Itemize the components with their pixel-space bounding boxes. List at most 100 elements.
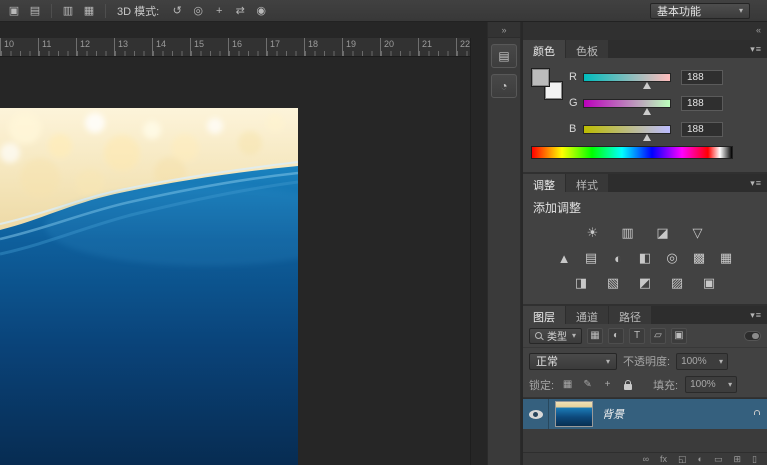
filter-shape-layers-icon[interactable]: ▱: [650, 328, 666, 344]
tool-options-icon[interactable]: ▤: [26, 3, 44, 19]
invert-icon[interactable]: ◨: [573, 275, 589, 291]
ruler-number: 15: [194, 39, 204, 49]
lock-position-icon[interactable]: +: [601, 378, 614, 392]
tool-preset-icon[interactable]: ▣: [5, 3, 23, 19]
filter-type-layers-icon[interactable]: T: [629, 328, 645, 344]
threshold-icon[interactable]: ◩: [637, 275, 653, 291]
3d-slide-icon[interactable]: ⇄: [231, 3, 249, 19]
workspace-label: 基本功能: [657, 3, 701, 19]
lock-glyph: [624, 384, 632, 390]
color-balance-icon[interactable]: ◐: [610, 250, 626, 266]
lock-row: 锁定: ▦ ✎ + 填充: 100% ▾: [523, 374, 767, 398]
green-channel-value[interactable]: 188: [681, 96, 723, 111]
filter-smart-objects-icon[interactable]: ▣: [671, 328, 687, 344]
slider-thumb[interactable]: [643, 134, 651, 141]
color-spectrum-ramp[interactable]: [531, 146, 733, 159]
red-channel-value[interactable]: 188: [681, 70, 723, 85]
photo-filter-icon[interactable]: ◎: [664, 250, 680, 266]
opacity-value: 100%: [681, 356, 707, 367]
tab-layers[interactable]: 图层: [523, 306, 565, 324]
collapse-dock-button[interactable]: «: [523, 22, 767, 38]
chevron-down-icon: ▾: [728, 380, 732, 389]
fill-input[interactable]: 100% ▾: [685, 376, 737, 393]
blend-mode-value: 正常: [536, 353, 558, 369]
green-channel-row: G 188: [569, 94, 723, 112]
color-lookup-icon[interactable]: ▦: [718, 250, 734, 266]
exposure-icon[interactable]: ▽: [690, 225, 706, 241]
filter-type-label: 类型: [547, 328, 567, 343]
document-image[interactable]: [0, 108, 298, 465]
ruler-mark: 12: [76, 38, 114, 56]
layer-mask-icon[interactable]: ◱: [678, 454, 687, 465]
brightness-contrast-icon[interactable]: ☀: [585, 225, 601, 241]
search-icon: [535, 332, 542, 339]
visibility-cell[interactable]: [523, 399, 549, 429]
tab-channels[interactable]: 通道: [566, 306, 608, 324]
tab-paths[interactable]: 路径: [609, 306, 651, 324]
new-layer-icon[interactable]: ⊞: [734, 454, 742, 465]
opacity-input[interactable]: 100% ▾: [676, 353, 728, 370]
layer-filter-row: 类型 ▾ ▦ ◐ T ▱ ▣: [523, 324, 767, 348]
layers-panel-footer: ∞ fx ◱ ◐ ▭ ⊞ ▯: [523, 452, 767, 465]
tab-swatches[interactable]: 色板: [566, 40, 608, 58]
new-adjustment-layer-icon[interactable]: ◐: [698, 454, 703, 464]
chevron-down-icon: ▾: [606, 357, 610, 366]
layer-row-background[interactable]: 背景: [523, 399, 767, 429]
collapsed-info-panel-button[interactable]: ◔: [491, 74, 517, 98]
foreground-color-swatch[interactable]: [531, 68, 550, 87]
layer-name[interactable]: 背景: [602, 406, 624, 422]
add-adjustment-title: 添加调整: [533, 199, 757, 216]
delete-layer-icon[interactable]: ▯: [752, 454, 757, 465]
slider-thumb[interactable]: [643, 108, 651, 115]
new-group-icon[interactable]: ▭: [714, 454, 723, 465]
posterize-icon[interactable]: ▧: [605, 275, 621, 291]
layer-filter-toggle[interactable]: [744, 331, 761, 341]
channel-mixer-icon[interactable]: ▩: [691, 250, 707, 266]
curves-icon[interactable]: ◪: [655, 225, 671, 241]
color-panel-tabs: 颜色 色板 ▾≡: [523, 40, 767, 58]
layer-thumbnail[interactable]: [555, 401, 593, 427]
lock-pixels-icon[interactable]: ✎: [581, 378, 594, 392]
layer-style-icon[interactable]: fx: [660, 454, 667, 464]
bridge-icon[interactable]: ▥: [59, 3, 77, 19]
ruler-number: 19: [346, 39, 356, 49]
gradient-map-icon[interactable]: ▨: [669, 275, 685, 291]
vibrance-icon[interactable]: ▲: [556, 250, 572, 266]
filter-pixel-layers-icon[interactable]: ▦: [587, 328, 603, 344]
filter-adjustment-layers-icon[interactable]: ◐: [608, 328, 624, 344]
tab-adjustments[interactable]: 调整: [523, 174, 565, 192]
tab-color[interactable]: 颜色: [523, 40, 565, 58]
blue-channel-slider[interactable]: [583, 125, 671, 134]
layer-filter-type-dropdown[interactable]: 类型 ▾: [529, 328, 582, 344]
panel-menu-icon[interactable]: ▾≡: [750, 44, 762, 55]
3d-roll-icon[interactable]: ◎: [189, 3, 207, 19]
lock-transparency-icon[interactable]: ▦: [561, 378, 574, 392]
lock-label: 锁定:: [529, 377, 554, 393]
blend-mode-dropdown[interactable]: 正常 ▾: [529, 353, 617, 370]
view-extras-icon[interactable]: ▦: [80, 3, 98, 19]
3d-drag-icon[interactable]: +: [210, 3, 228, 19]
lock-all-icon[interactable]: [621, 378, 634, 392]
selective-color-icon[interactable]: ▣: [701, 275, 717, 291]
fill-value: 100%: [690, 379, 716, 390]
red-channel-slider[interactable]: [583, 73, 671, 82]
collapsed-properties-panel-button[interactable]: ▤: [491, 44, 517, 68]
panel-menu-icon[interactable]: ▾≡: [750, 178, 762, 189]
3d-rotate-icon[interactable]: ↺: [168, 3, 186, 19]
blue-channel-value[interactable]: 188: [681, 122, 723, 137]
expand-dock-button[interactable]: »: [488, 22, 520, 38]
workspace-switcher[interactable]: 基本功能 ▾: [650, 3, 750, 19]
3d-camera-icon[interactable]: ◉: [252, 3, 270, 19]
black-white-icon[interactable]: ◧: [637, 250, 653, 266]
green-channel-slider[interactable]: [583, 99, 671, 108]
color-swatches: [531, 68, 563, 100]
ruler-mark: 20: [380, 38, 418, 56]
levels-icon[interactable]: ▥: [620, 225, 636, 241]
panel-menu-icon[interactable]: ▾≡: [750, 310, 762, 321]
link-layers-icon[interactable]: ∞: [643, 454, 649, 464]
ruler-mark: 16: [228, 38, 266, 56]
hue-saturation-icon[interactable]: ▤: [583, 250, 599, 266]
tab-styles[interactable]: 样式: [566, 174, 608, 192]
slider-thumb[interactable]: [643, 82, 651, 89]
photoshop-window: ▣ ▤ ▥ ▦ 3D 模式: ↺ ◎ + ⇄ ◉ 基本功能 ▾ 10 11 12…: [0, 0, 767, 465]
